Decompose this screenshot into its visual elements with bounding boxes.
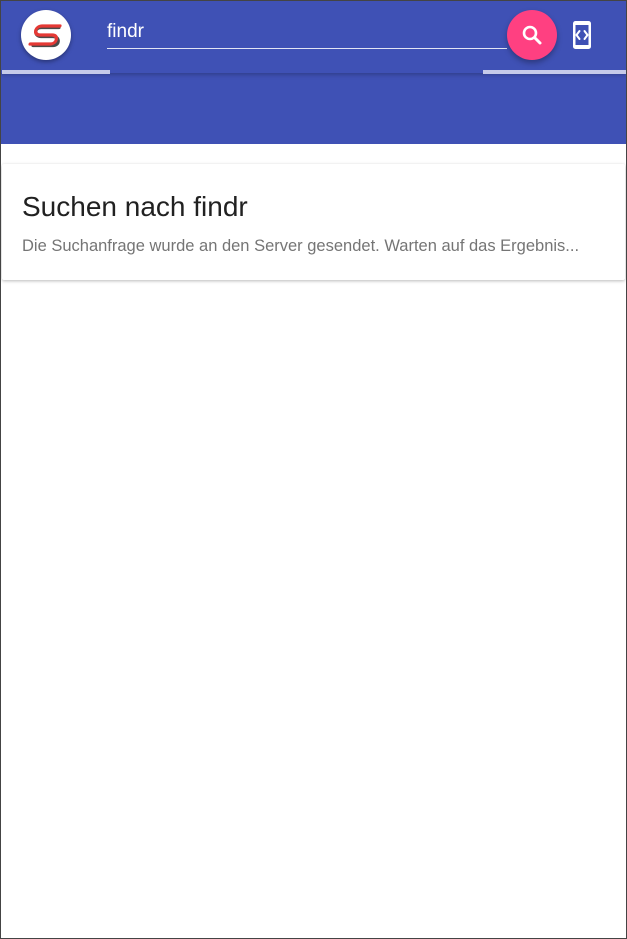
search-button[interactable] <box>507 10 557 60</box>
toolbar <box>1 1 626 74</box>
card-title: Suchen nach findr <box>22 191 248 222</box>
card-message: Die Suchanfrage wurde an den Server gese… <box>22 237 580 255</box>
search-status-card: Suchen nach findr Die Suchanfrage wurde … <box>2 164 625 280</box>
developer-mode-icon <box>573 21 591 49</box>
app-window: Suchen nach findr Die Suchanfrage wurde … <box>0 0 627 939</box>
logo-button[interactable] <box>21 10 71 60</box>
app-logo-s-icon <box>28 24 62 48</box>
tab-indicator <box>483 70 626 74</box>
developer-mode-button[interactable] <box>564 14 600 56</box>
search-input[interactable] <box>107 15 507 49</box>
app-header <box>1 1 626 144</box>
search-icon <box>522 25 542 45</box>
tab-indicator <box>2 70 110 74</box>
